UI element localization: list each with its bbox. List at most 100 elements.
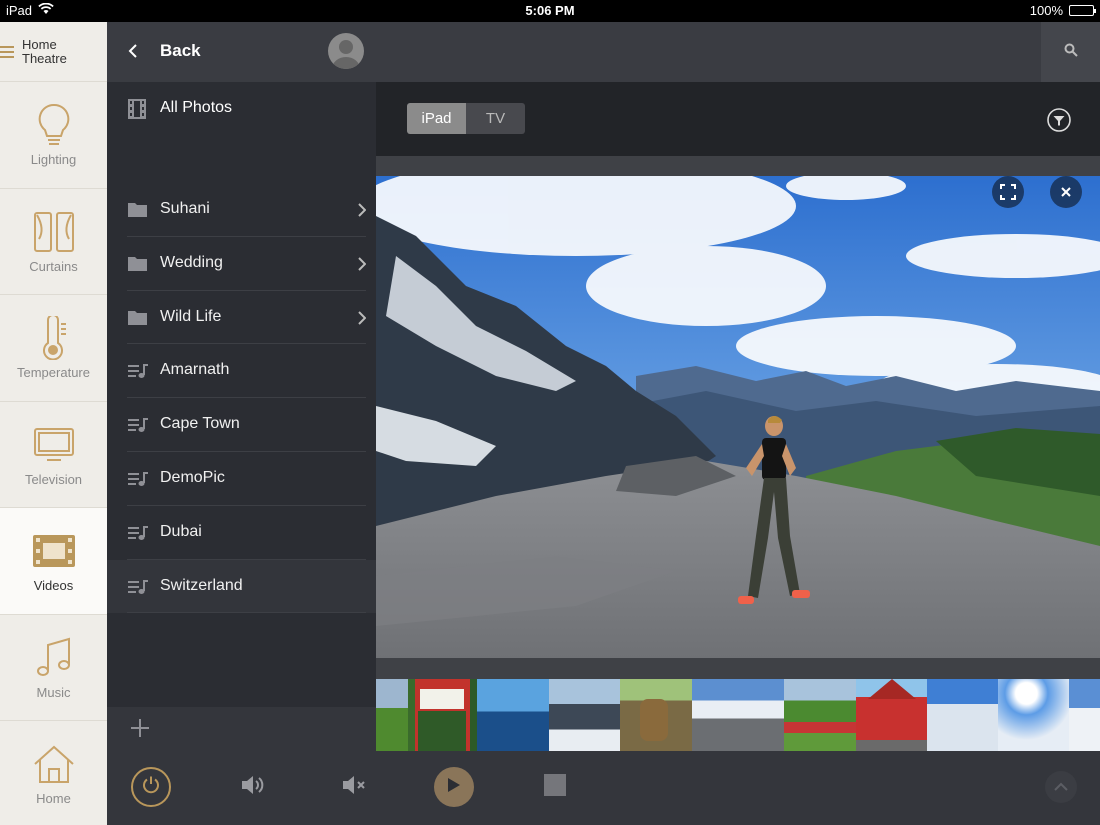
output-toolbar: iPad TV xyxy=(376,82,1100,156)
thumbnail-strip xyxy=(376,679,1100,751)
rail-item-videos[interactable]: Videos xyxy=(0,508,107,615)
rail-item-label: Music xyxy=(36,684,71,700)
separator-strip xyxy=(376,658,1100,679)
filter-icon xyxy=(1047,108,1071,136)
add-album-plus-icon[interactable] xyxy=(130,718,150,743)
top-bar xyxy=(376,22,1100,82)
chevron-up-icon xyxy=(1054,778,1068,796)
thumbnail[interactable] xyxy=(477,679,549,751)
segment-tv[interactable]: TV xyxy=(466,103,525,134)
thumbnail[interactable] xyxy=(784,679,856,751)
lightbulb-icon xyxy=(37,102,71,148)
close-photo-button[interactable] xyxy=(1050,176,1082,208)
rail-item-label: Television xyxy=(24,471,83,487)
status-bar: iPad 5:06 PM 100% xyxy=(0,0,1100,22)
list-item-label: Dubai xyxy=(160,522,202,540)
fullscreen-button[interactable] xyxy=(992,176,1024,208)
all-photos-label: All Photos xyxy=(160,99,233,116)
playlist-icon xyxy=(128,471,148,492)
speaker-volume-icon xyxy=(240,774,266,801)
mute-button[interactable] xyxy=(334,767,374,807)
rail-item-label: Videos xyxy=(33,578,74,594)
stop-icon xyxy=(544,773,566,801)
clock: 5:06 PM xyxy=(525,3,575,18)
home-icon xyxy=(33,741,75,787)
list-item-demopic[interactable]: DemoPic xyxy=(107,452,376,506)
curtains-icon xyxy=(33,209,75,255)
list-item-label: Amarnath xyxy=(160,361,230,379)
search-button[interactable] xyxy=(1041,22,1100,82)
thermometer-icon xyxy=(39,315,69,361)
thumbnail[interactable] xyxy=(927,679,998,751)
panel-footer xyxy=(107,707,376,751)
play-button[interactable] xyxy=(434,767,474,807)
list-item-label: Wild Life xyxy=(160,307,222,325)
chevron-right-icon xyxy=(358,310,367,330)
list-item-wedding[interactable]: Wedding xyxy=(107,237,376,291)
list-item-switzerland[interactable]: Switzerland xyxy=(107,559,376,614)
filter-button[interactable] xyxy=(1047,108,1071,137)
rail-item-label: Temperature xyxy=(17,365,90,381)
main-photo[interactable] xyxy=(376,176,1100,658)
film-strip-icon xyxy=(128,99,146,124)
back-chevron-icon[interactable] xyxy=(127,42,139,65)
playlist-icon xyxy=(128,417,148,438)
thumbnail[interactable] xyxy=(998,679,1069,751)
speaker-mute-icon xyxy=(341,774,367,801)
rail-item-temperature[interactable]: Temperature xyxy=(0,295,107,402)
list-item-label: Wedding xyxy=(160,253,223,271)
rail-item-label: Home xyxy=(36,791,71,807)
expand-up-button[interactable] xyxy=(1045,771,1077,803)
segment-ipad[interactable]: iPad xyxy=(407,103,466,134)
thumbnail[interactable] xyxy=(692,679,784,751)
rail-item-music[interactable]: Music xyxy=(0,615,107,721)
album-list: Suhani Wedding Wild Life Amarnath Cape T… xyxy=(107,183,376,614)
television-icon xyxy=(33,422,75,468)
list-item-amarnath[interactable]: Amarnath xyxy=(107,344,376,398)
stop-button[interactable] xyxy=(535,767,575,807)
close-icon xyxy=(1061,187,1071,197)
panel-header: Back xyxy=(107,22,376,82)
playlist-icon xyxy=(128,525,148,546)
list-item-label: Switzerland xyxy=(160,576,243,594)
list-item-suhani[interactable]: Suhani xyxy=(107,183,376,237)
album-panel: Back All Photos Suhani Wedding Wild Life xyxy=(107,22,376,751)
thumbnail[interactable] xyxy=(408,679,477,751)
chevron-right-icon xyxy=(358,203,367,222)
rail-item-home[interactable]: Home xyxy=(0,721,107,825)
thumbnail[interactable] xyxy=(376,679,408,751)
playlist-icon xyxy=(128,363,148,384)
output-segmented-control: iPad TV xyxy=(407,103,525,134)
list-item-cape-town[interactable]: Cape Town xyxy=(107,398,376,452)
list-item-wild-life[interactable]: Wild Life xyxy=(107,291,376,345)
playlist-icon xyxy=(128,579,148,600)
avatar[interactable] xyxy=(328,33,364,69)
folder-icon xyxy=(128,310,147,330)
list-item-label: DemoPic xyxy=(160,468,225,486)
rail-item-television[interactable]: Television xyxy=(0,402,107,508)
all-photos-item[interactable]: All Photos xyxy=(107,82,376,136)
power-button[interactable] xyxy=(131,767,171,807)
folder-icon xyxy=(128,256,147,276)
rail-item-curtains[interactable]: Curtains xyxy=(0,189,107,295)
battery-percent: 100% xyxy=(1029,3,1063,18)
search-icon xyxy=(1064,43,1078,62)
hamburger-icon xyxy=(0,43,14,61)
volume-button[interactable] xyxy=(233,767,273,807)
separator-strip xyxy=(376,156,1100,176)
rail-item-label: Curtains xyxy=(29,258,78,274)
list-item-label: Cape Town xyxy=(160,415,240,433)
playback-controls xyxy=(107,751,1100,825)
list-item-dubai[interactable]: Dubai xyxy=(107,506,376,560)
power-icon xyxy=(141,775,161,800)
thumbnail[interactable] xyxy=(549,679,620,751)
home-theatre-menu[interactable]: Home Theatre xyxy=(0,22,107,82)
thumbnail[interactable] xyxy=(856,679,927,751)
back-button[interactable]: Back xyxy=(160,41,201,61)
battery-icon xyxy=(1069,5,1096,16)
rail-item-lighting[interactable]: Lighting xyxy=(0,82,107,189)
thumbnail[interactable] xyxy=(1069,679,1100,751)
play-icon xyxy=(447,777,461,798)
thumbnail[interactable] xyxy=(620,679,692,751)
music-note-icon xyxy=(36,635,72,681)
